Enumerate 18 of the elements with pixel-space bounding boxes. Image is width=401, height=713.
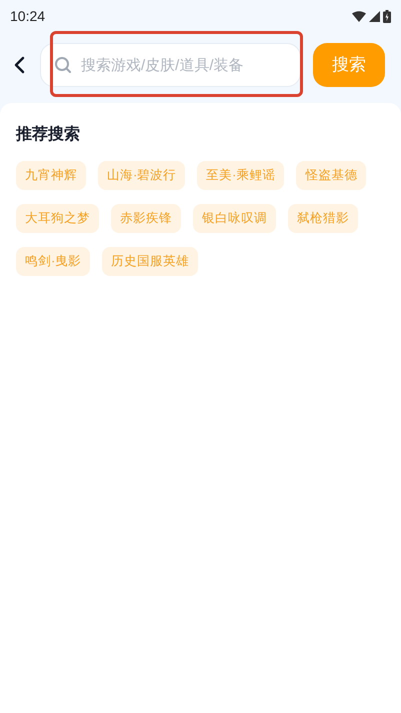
search-field[interactable]: 搜索游戏/皮肤/道具/装备: [40, 43, 301, 87]
search-tag[interactable]: 九宵神辉: [16, 161, 86, 190]
signal-icon: [369, 10, 380, 22]
section-title: 推荐搜索: [16, 124, 81, 145]
search-tag[interactable]: 历史国服英雄: [102, 247, 198, 276]
search-tag[interactable]: 至美·乘鲤谣: [197, 161, 284, 190]
search-tag[interactable]: 大耳狗之梦: [16, 204, 99, 233]
search-icon: [54, 56, 72, 74]
search-tag[interactable]: 鸣剑·曳影: [16, 247, 90, 276]
wifi-icon: [352, 10, 366, 22]
search-tag[interactable]: 山海·碧波行: [98, 161, 186, 190]
search-tag[interactable]: 怪盗基德: [296, 161, 366, 190]
search-button[interactable]: 搜索: [313, 43, 385, 87]
search-tag[interactable]: 银白咏叹调: [193, 204, 276, 233]
battery-icon: [383, 10, 391, 22]
search-tag[interactable]: 赤影疾锋: [111, 204, 181, 233]
search-tag[interactable]: 弑枪猎影: [288, 204, 358, 233]
status-time: 10:24: [10, 6, 46, 26]
